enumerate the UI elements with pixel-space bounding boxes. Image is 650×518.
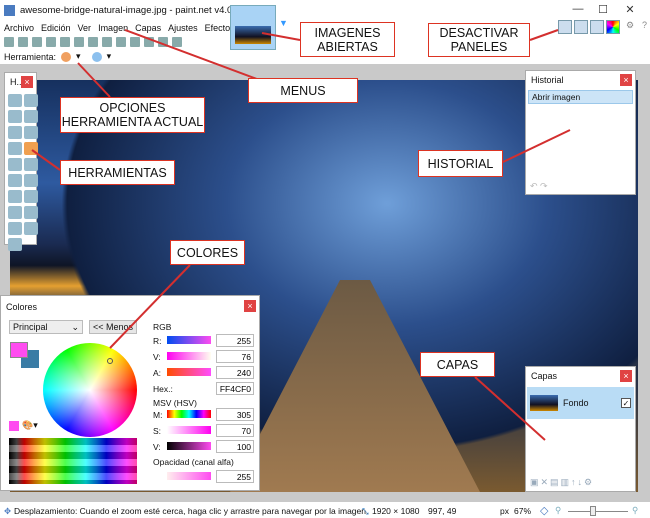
arrow-historial — [502, 129, 571, 163]
annotation-herramientas: HERRAMIENTAS — [60, 160, 175, 185]
annotation-historial: HISTORIAL — [418, 150, 503, 177]
annotation-colores: COLORES — [170, 240, 245, 265]
arrow-colores — [109, 264, 191, 349]
annotation-menus: MENUS — [248, 78, 358, 103]
arrow-opciones — [77, 62, 111, 98]
annotation-opciones: OPCIONES HERRAMIENTA ACTUAL — [60, 97, 205, 133]
arrow-menus — [124, 29, 266, 83]
annotation-capas: CAPAS — [420, 352, 495, 377]
arrow-herramientas — [31, 149, 61, 171]
arrow-capas — [474, 376, 546, 441]
annotation-desactivar-paneles: DESACTIVAR PANELES — [428, 23, 530, 57]
annotation-imagenes-abiertas: IMAGENES ABIERTAS — [300, 22, 395, 57]
arrow-imagenes — [261, 32, 301, 41]
arrow-paneles — [529, 29, 559, 41]
